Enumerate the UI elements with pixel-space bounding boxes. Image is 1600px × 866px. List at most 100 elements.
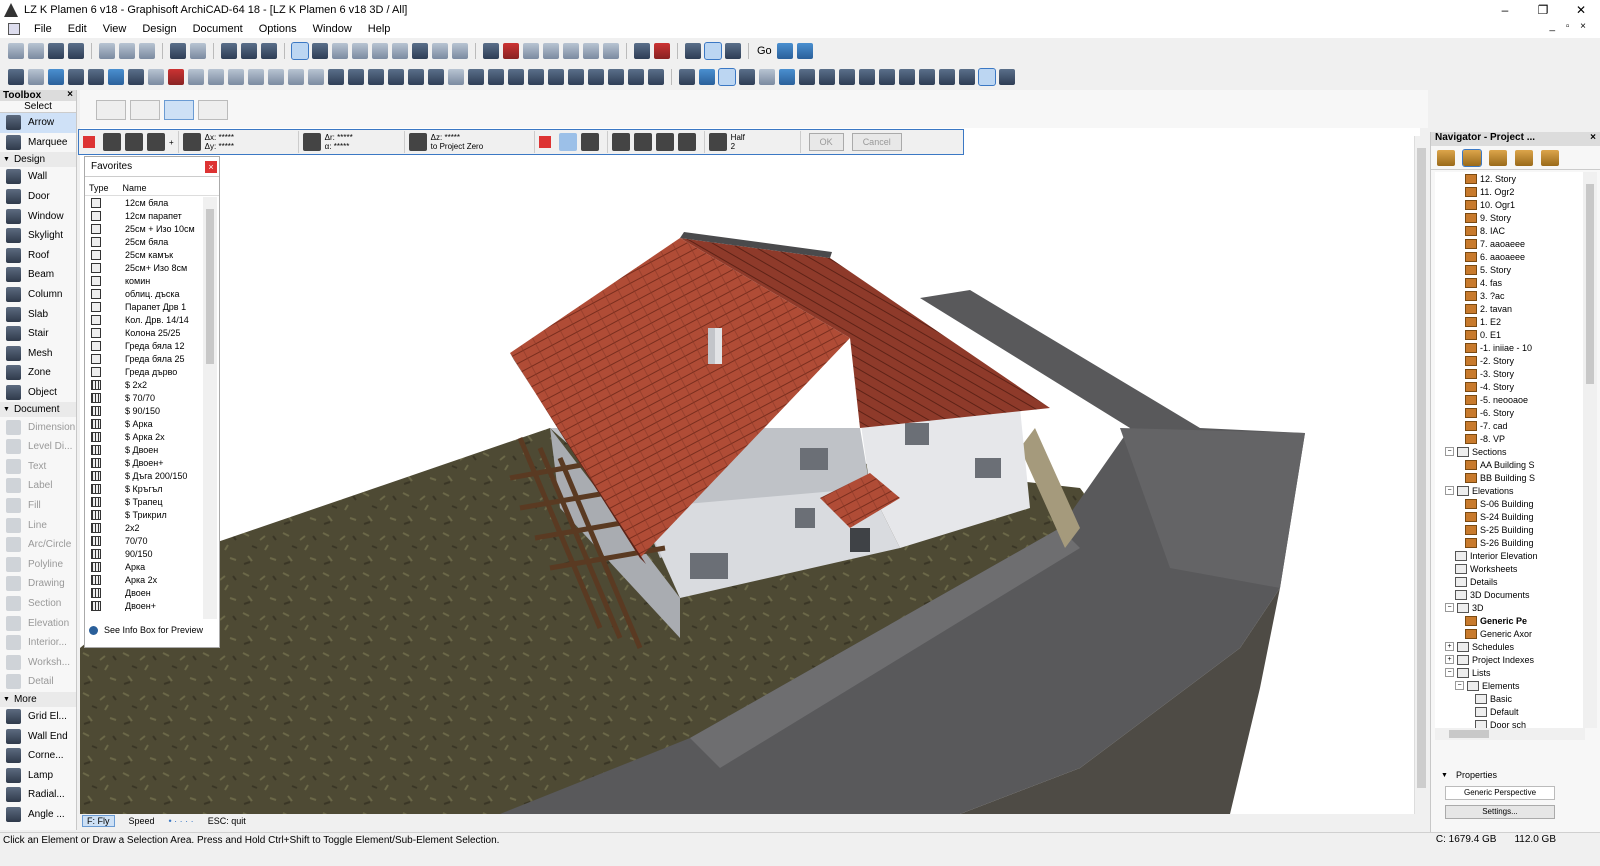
redo-icon[interactable]	[190, 43, 206, 59]
intersect-icon[interactable]	[543, 43, 559, 59]
stair-tool-icon[interactable]	[208, 69, 224, 85]
polyline-tool-icon[interactable]	[568, 69, 584, 85]
menu-help[interactable]: Help	[360, 23, 399, 35]
tool-interior[interactable]: Interior...	[0, 633, 76, 653]
navigator-item[interactable]: AA Building S	[1435, 458, 1583, 471]
tool-section[interactable]: Section	[0, 594, 76, 614]
home-view-icon[interactable]	[799, 69, 815, 85]
group-icon[interactable]	[372, 43, 388, 59]
tool-grid-el[interactable]: Grid El...	[0, 707, 76, 727]
view-map-icon[interactable]	[1489, 149, 1507, 166]
zoom-snap-icon[interactable]	[677, 133, 696, 151]
favorite-item[interactable]: 2x2	[85, 521, 203, 534]
half-value[interactable]: 2	[731, 142, 745, 151]
navigator-item[interactable]: 7. aaoaeee	[1435, 237, 1583, 250]
railing-tool-icon[interactable]	[228, 69, 244, 85]
layout-book-icon[interactable]	[1515, 149, 1533, 166]
favorite-item[interactable]: комин	[85, 274, 203, 287]
navigator-item[interactable]: -5. neooaoe	[1435, 393, 1583, 406]
navigator-item[interactable]: 6. aaoaeee	[1435, 250, 1583, 263]
favorite-item[interactable]: $ 90/150	[85, 404, 203, 417]
tool-corne[interactable]: Corne...	[0, 746, 76, 766]
navigator-item[interactable]: − 3D	[1435, 601, 1583, 614]
favorite-item[interactable]: $ Трапец	[85, 495, 203, 508]
cut-icon[interactable]	[99, 43, 115, 59]
navigator-item[interactable]: 3D Documents	[1435, 588, 1583, 601]
favorite-item[interactable]: $ Трикрил	[85, 508, 203, 521]
properties-value-field[interactable]: Generic Perspective	[1445, 786, 1555, 800]
3d-projection-icon[interactable]	[679, 69, 695, 85]
restore-button[interactable]: ❐	[1524, 0, 1562, 20]
menu-edit[interactable]: Edit	[60, 23, 95, 35]
project-map-icon[interactable]	[1462, 148, 1482, 167]
column-tool-icon[interactable]	[48, 69, 64, 85]
render-icon[interactable]	[899, 69, 915, 85]
favorite-item[interactable]: $ Двоен+	[85, 456, 203, 469]
grid-snap-icon[interactable]	[352, 43, 368, 59]
walk-icon[interactable]	[796, 43, 813, 59]
dx-field[interactable]: Δx: *****	[205, 133, 234, 142]
navigator-item[interactable]: Worksheets	[1435, 562, 1583, 575]
favorite-item[interactable]: Колона 25/25	[85, 326, 203, 339]
favorite-item[interactable]: 25см + Изо 10см	[85, 222, 203, 235]
tool-wall-end[interactable]: Wall End	[0, 726, 76, 746]
favorite-item[interactable]: 70/70	[85, 534, 203, 547]
favorite-item[interactable]: $ Двоен	[85, 443, 203, 456]
navigator-item[interactable]: -2. Story	[1435, 354, 1583, 367]
gravity-snap-icon[interactable]	[655, 133, 674, 151]
fillet-icon[interactable]	[563, 43, 579, 59]
new-file-icon[interactable]	[8, 43, 24, 59]
lamp-tool-icon[interactable]	[388, 69, 404, 85]
favorite-item[interactable]: 25см+ Изо 8см	[85, 261, 203, 274]
menu-options[interactable]: Options	[251, 23, 305, 35]
name-column-header[interactable]: Name	[119, 183, 147, 195]
hotspot-tool-icon[interactable]	[608, 69, 624, 85]
navigator-item[interactable]: -1. iniiae - 10	[1435, 341, 1583, 354]
minimize-button[interactable]: –	[1486, 0, 1524, 20]
sun-icon[interactable]	[779, 69, 795, 85]
plus-icon[interactable]: +	[169, 138, 174, 147]
favorite-item[interactable]: $ Арка 2x	[85, 430, 203, 443]
lock-icon-2[interactable]	[188, 69, 204, 85]
collapse-icon[interactable]: −	[1445, 447, 1454, 456]
cancel-button[interactable]: Cancel	[851, 133, 902, 151]
speed-slider[interactable]: • · · · ·	[169, 816, 194, 826]
navigator-item[interactable]: 3. ?ac	[1435, 289, 1583, 302]
favorite-item[interactable]: 12см парапет	[85, 209, 203, 222]
navigator-item[interactable]: Details	[1435, 575, 1583, 588]
view-scrollbar-thumb[interactable]	[1417, 148, 1426, 788]
navigator-item[interactable]: − Sections	[1435, 445, 1583, 458]
print-icon[interactable]	[68, 43, 84, 59]
menu-view[interactable]: View	[95, 23, 135, 35]
tool-door[interactable]: Door	[0, 187, 76, 207]
favorite-item[interactable]: $ 70/70	[85, 391, 203, 404]
menu-window[interactable]: Window	[305, 23, 360, 35]
navigator-item[interactable]: 10. Ogr1	[1435, 198, 1583, 211]
favorite-item[interactable]: Кол. Дрв. 14/14	[85, 313, 203, 326]
cutting-planes-icon[interactable]	[739, 69, 755, 85]
navigator-item[interactable]: 1. E2	[1435, 315, 1583, 328]
navigator-item[interactable]: S-26 Building	[1435, 536, 1583, 549]
orbit-icon[interactable]	[776, 43, 793, 59]
snap-guides-icon[interactable]	[291, 42, 309, 60]
favorite-item[interactable]: $ Кръгъл	[85, 482, 203, 495]
document-icon[interactable]	[8, 23, 20, 35]
3d-navigate-icon[interactable]	[96, 100, 126, 120]
fly-mode-toggle[interactable]: F: Fly	[82, 815, 115, 827]
favorite-item[interactable]: Арка	[85, 560, 203, 573]
collapse-icon[interactable]: −	[1445, 668, 1454, 677]
navigator-item[interactable]: -8. VP	[1435, 432, 1583, 445]
navigator-item[interactable]: 12. Story	[1435, 172, 1583, 185]
design-section-header[interactable]: Design	[0, 152, 76, 168]
window-tool-icon[interactable]	[108, 69, 124, 85]
tool-column[interactable]: Column	[0, 285, 76, 305]
tool-radial[interactable]: Radial...	[0, 785, 76, 805]
tool-polyline[interactable]: Polyline	[0, 554, 76, 574]
navigator-item[interactable]: Basic	[1435, 692, 1583, 705]
publisher-sets-icon[interactable]	[1541, 149, 1559, 166]
favorites-scrollbar-thumb[interactable]	[206, 209, 214, 364]
tool-text[interactable]: Text	[0, 457, 76, 477]
angle-field[interactable]: α: *****	[325, 142, 353, 151]
teamwork-icon[interactable]	[959, 69, 975, 85]
trace-icon[interactable]	[634, 43, 650, 59]
